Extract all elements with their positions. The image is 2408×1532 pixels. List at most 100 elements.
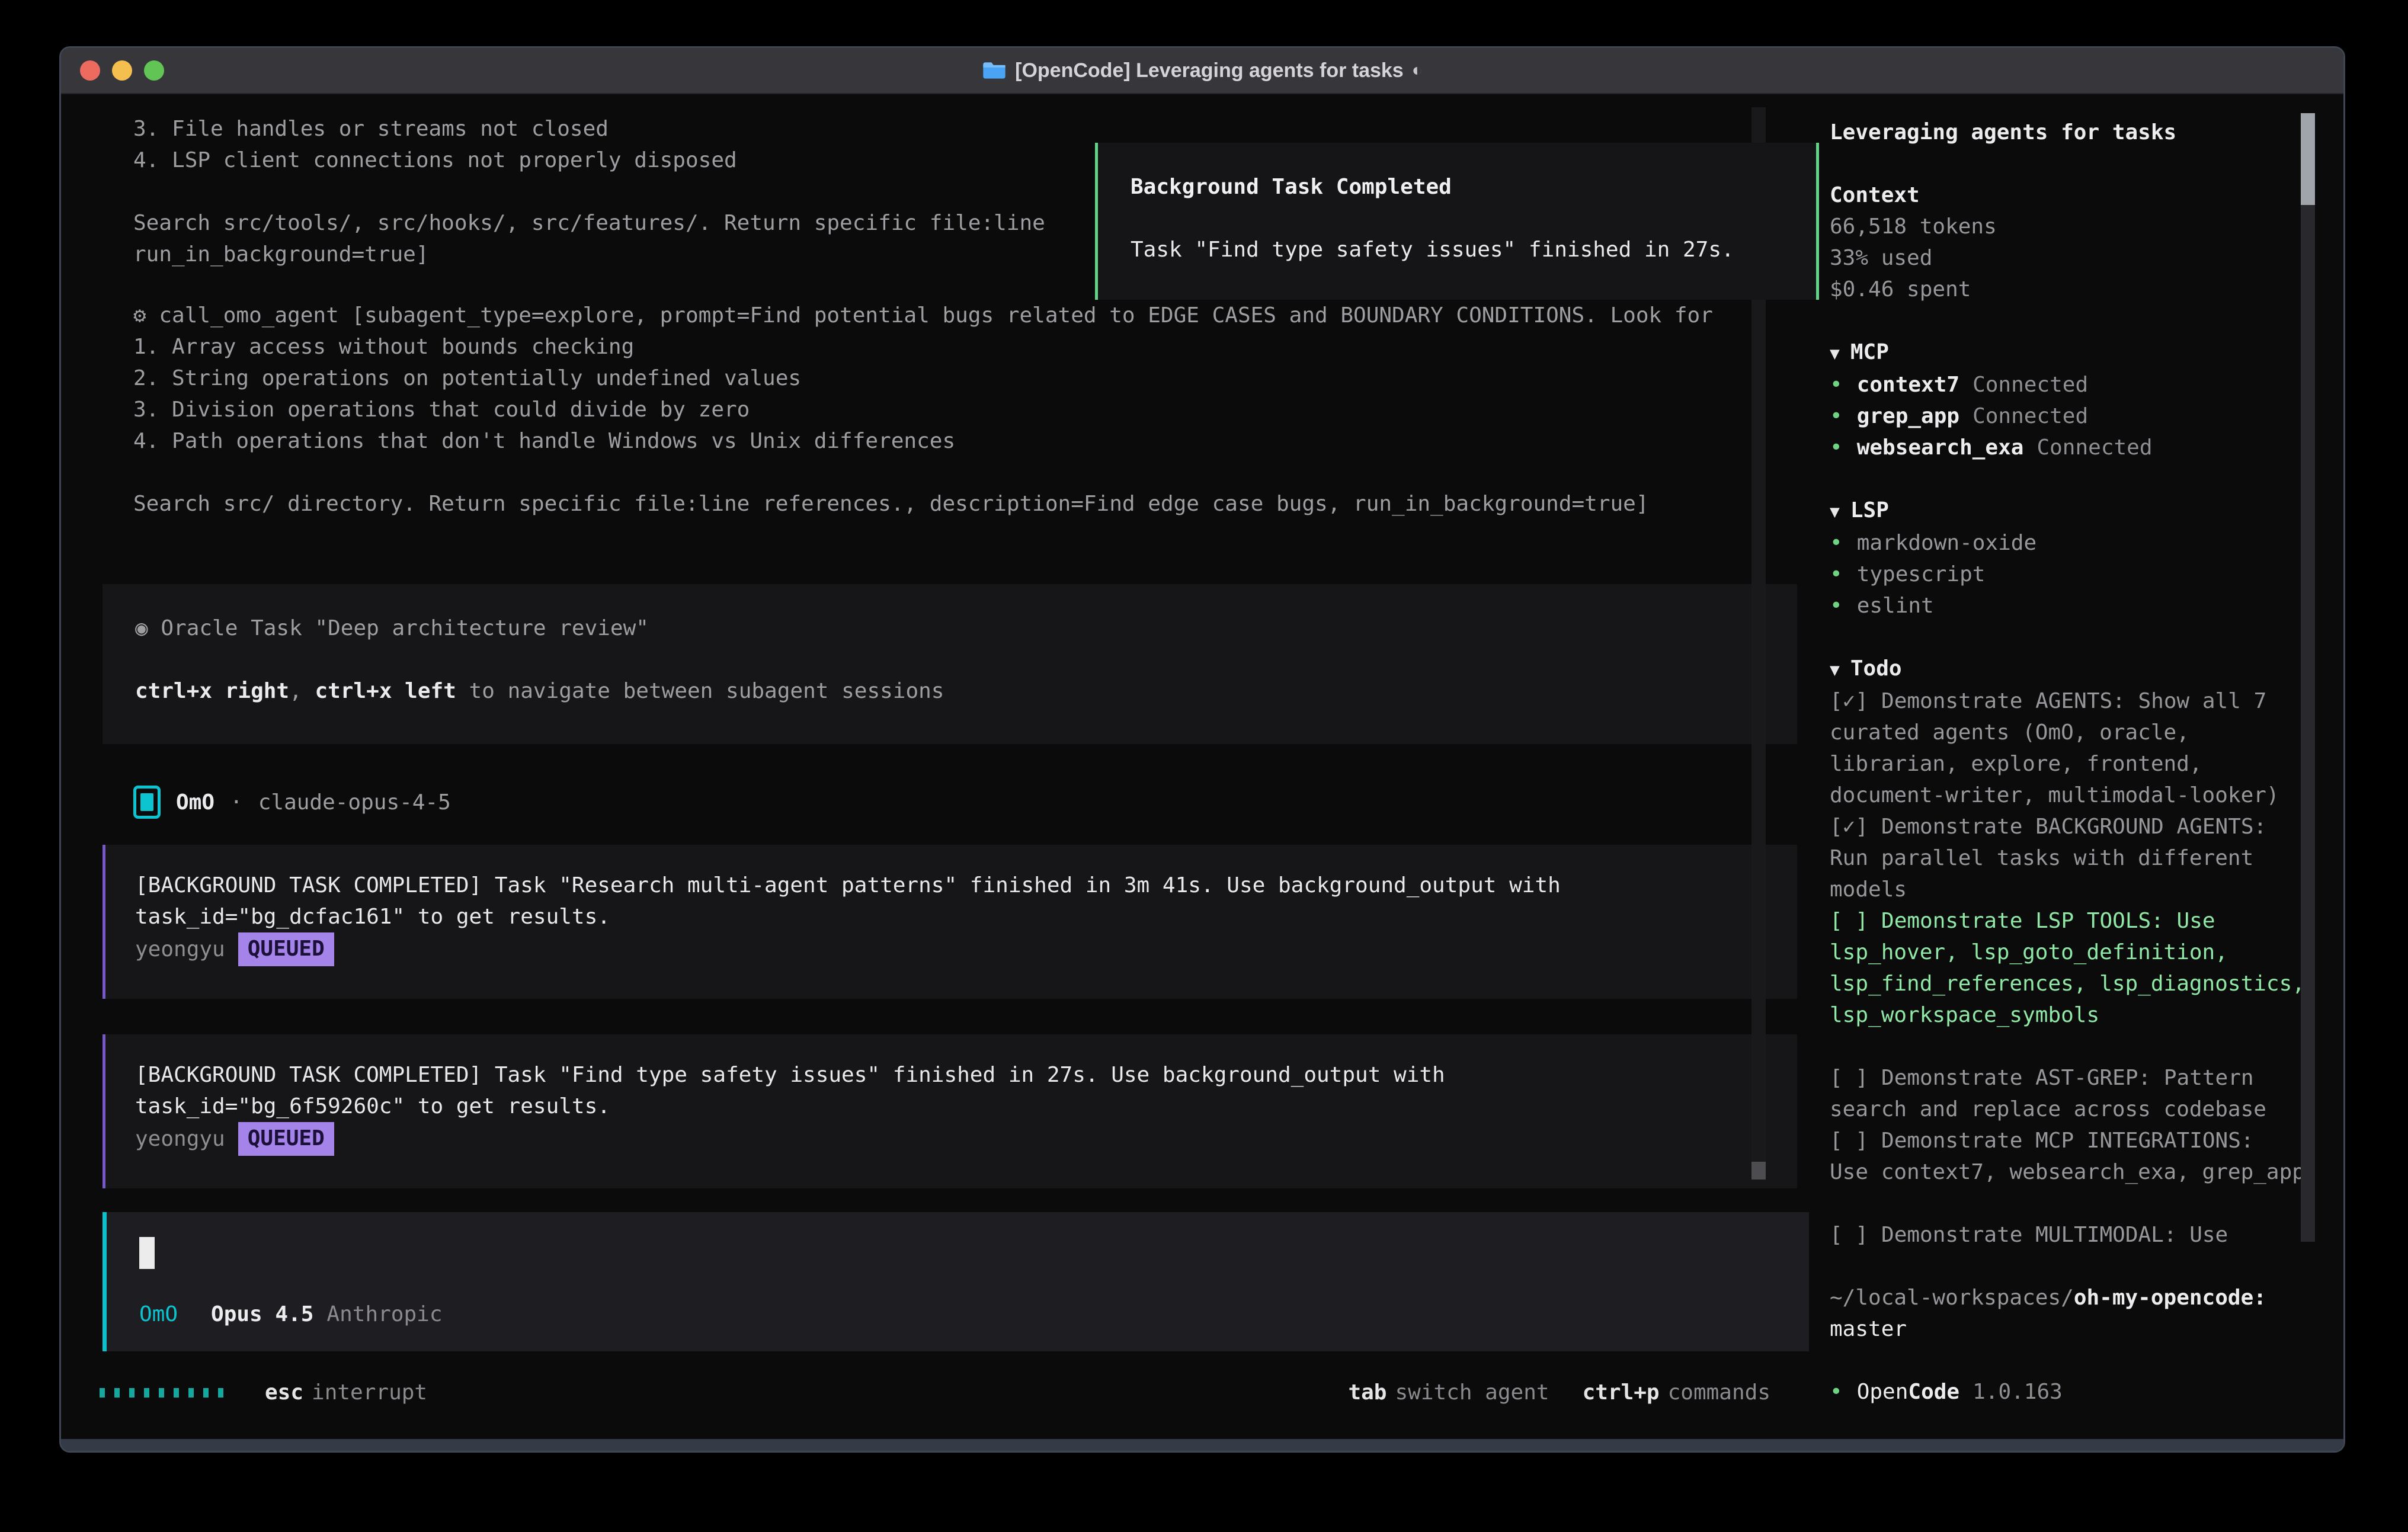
mcp-heading[interactable]: ▼MCP	[1830, 336, 2307, 369]
ctrlp-key-label: commands	[1668, 1377, 1770, 1408]
collapse-triangle-icon: ▼	[1830, 502, 1840, 521]
todo-item: [ ]Demonstrate LSP TOOLS: Use lsp_hover,…	[1830, 905, 2307, 1031]
context-heading: Context	[1830, 180, 2307, 211]
task-user: yeongyu	[135, 934, 225, 965]
scrollback-line	[133, 176, 1045, 207]
status-dot-icon: •	[1830, 400, 1843, 432]
tool-call-line: ⚙ call_omo_agent [subagent_type=explore,…	[133, 300, 1713, 331]
esc-key-hint: esc	[265, 1377, 303, 1408]
scrollback-line: 3. File handles or streams not closed	[133, 113, 1045, 145]
hint-key: ctrl+x left	[315, 679, 456, 703]
queued-status-badge: QUEUED	[238, 1122, 334, 1156]
todo-item: [✓]Demonstrate AGENTS: Show all 7 curate…	[1830, 685, 2307, 811]
todo-item: [ ]Demonstrate AST-GREP: Pattern search …	[1830, 1062, 2307, 1125]
session-state-icon: ◐	[1412, 60, 1423, 81]
sidebar-scrollbar[interactable]	[2301, 113, 2315, 1242]
ctrlp-key-hint: ctrl+p	[1583, 1377, 1660, 1408]
lsp-item: •typescript	[1830, 559, 2307, 590]
omo-agent-icon	[133, 786, 161, 819]
lsp-section: ▼LSP •markdown-oxide •typescript •eslint	[1830, 495, 2307, 621]
status-dot-icon: •	[1830, 432, 1843, 463]
scrollback-line: Search src/tools/, src/hooks/, src/featu…	[133, 207, 1045, 239]
oracle-task-card: ◉ Oracle Task "Deep architecture review"…	[103, 584, 1797, 744]
todo-item: [ ]Demonstrate MCP INTEGRATIONS: Use con…	[1830, 1125, 2307, 1188]
workspace-path: ~/local-workspaces/oh-my-opencode: maste…	[1830, 1282, 2307, 1345]
prompt-input[interactable]: OmO Opus 4.5 Anthropic	[103, 1212, 1809, 1351]
scrollback-text: 3. File handles or streams not closed 4.…	[133, 113, 1045, 270]
background-task-card: [BACKGROUND TASK COMPLETED] Task "Resear…	[103, 845, 1797, 999]
chat-scrollbar-thumb[interactable]	[1751, 1162, 1766, 1180]
task-card-meta: yeongyu QUEUED	[135, 1122, 1797, 1156]
sidebar-scrollbar-thumb[interactable]	[2301, 113, 2315, 205]
tool-call-line	[133, 457, 1713, 488]
tab-key-label: switch agent	[1395, 1377, 1549, 1408]
window-title-text: [OpenCode] Leveraging agents for tasks	[1015, 59, 1404, 82]
input-agent-name: OmO	[139, 1299, 178, 1330]
status-left: esc interrupt	[100, 1377, 427, 1408]
text-cursor	[139, 1237, 155, 1269]
lsp-item: •eslint	[1830, 590, 2307, 621]
opencode-terminal-window: [OpenCode] Leveraging agents for tasks ◐…	[59, 46, 2345, 1453]
status-dot-icon: •	[1830, 369, 1843, 400]
background-task-toast: Background Task Completed Task "Find typ…	[1095, 143, 1819, 300]
queued-status-badge: QUEUED	[238, 932, 334, 966]
agent-model: claude-opus-4-5	[258, 787, 451, 818]
todo-heading[interactable]: ▼Todo	[1830, 653, 2307, 685]
tool-call-line: 3. Division operations that could divide…	[133, 394, 1713, 425]
window-bottom-edge	[61, 1439, 2343, 1451]
todo-section: ▼Todo [✓]Demonstrate AGENTS: Show all 7 …	[1830, 653, 2307, 1251]
oracle-nav-hint: ctrl+x right, ctrl+x left to navigate be…	[135, 675, 1797, 707]
spinner-dots-icon	[100, 1388, 223, 1398]
status-dot-icon: •	[1830, 590, 1843, 621]
context-section: Context 66,518 tokens 33% used $0.46 spe…	[1830, 180, 2307, 305]
input-provider-name: Anthropic	[326, 1299, 442, 1330]
agent-name: OmO	[176, 787, 214, 818]
mcp-section: ▼MCP •context7Connected •grep_appConnect…	[1830, 336, 2307, 463]
toast-message: Task "Find type safety issues" finished …	[1131, 234, 1783, 265]
context-spent: $0.46 spent	[1830, 274, 2307, 305]
hint-key: ctrl+x right	[135, 679, 289, 703]
esc-key-label: interrupt	[312, 1377, 427, 1408]
collapse-triangle-icon: ▼	[1830, 344, 1840, 363]
status-dot-icon: •	[1830, 1376, 1843, 1408]
tool-call-line: 1. Array access without bounds checking	[133, 331, 1713, 363]
status-right: tab switch agent ctrl+p commands	[1348, 1377, 1770, 1408]
task-card-line: task_id="bg_6f59260c" to get results.	[135, 1091, 1797, 1122]
task-card-line: [BACKGROUND TASK COMPLETED] Task "Find t…	[135, 1059, 1797, 1091]
window-title: [OpenCode] Leveraging agents for tasks ◐	[61, 59, 2343, 82]
todo-item: [✓]Demonstrate BACKGROUND AGENTS: Run pa…	[1830, 811, 2307, 905]
opencode-version: • OpenCode 1.0.163	[1830, 1376, 2307, 1408]
hint-separator: ,	[289, 679, 315, 703]
task-card-line: task_id="bg_dcfac161" to get results.	[135, 901, 1797, 932]
task-card-line: [BACKGROUND TASK COMPLETED] Task "Resear…	[135, 870, 1797, 901]
context-tokens: 66,518 tokens	[1830, 211, 2307, 242]
input-model-name: Opus 4.5	[211, 1299, 313, 1330]
lsp-heading[interactable]: ▼LSP	[1830, 495, 2307, 527]
toast-spacer	[1131, 203, 1783, 234]
mcp-item: •grep_appConnected	[1830, 400, 2307, 432]
toast-title: Background Task Completed	[1131, 171, 1783, 203]
folder-icon	[982, 60, 1007, 81]
task-user: yeongyu	[135, 1123, 225, 1155]
status-dot-icon: •	[1830, 559, 1843, 590]
session-sidebar: Leveraging agents for tasks Context 66,5…	[1803, 94, 2343, 1439]
agent-header-row: OmO · claude-opus-4-5	[133, 786, 451, 819]
session-title: Leveraging agents for tasks	[1830, 117, 2307, 148]
tab-key-hint: tab	[1348, 1377, 1386, 1408]
mcp-item: •context7Connected	[1830, 369, 2307, 400]
todo-item: [ ]Demonstrate MULTIMODAL: Use	[1830, 1219, 2307, 1251]
mcp-item: •websearch_exaConnected	[1830, 432, 2307, 463]
status-bar: esc interrupt tab switch agent ctrl+p co…	[100, 1377, 1770, 1408]
tool-call-block: ⚙ call_omo_agent [subagent_type=explore,…	[133, 300, 1713, 520]
window-titlebar[interactable]: [OpenCode] Leveraging agents for tasks ◐	[61, 48, 2343, 94]
context-used: 33% used	[1830, 242, 2307, 274]
tool-call-line: 4. Path operations that don't handle Win…	[133, 425, 1713, 457]
hint-text: to navigate between subagent sessions	[456, 679, 944, 703]
sidebar-scrollbar-track[interactable]	[2301, 205, 2315, 1242]
agent-separator: ·	[230, 787, 243, 818]
tool-call-line: 2. String operations on potentially unde…	[133, 363, 1713, 394]
oracle-spacer	[135, 644, 1797, 675]
tool-call-line: Search src/ directory. Return specific f…	[133, 488, 1713, 520]
background-task-card: [BACKGROUND TASK COMPLETED] Task "Find t…	[103, 1034, 1797, 1188]
chat-pane: 3. File handles or streams not closed 4.…	[61, 94, 1803, 1439]
